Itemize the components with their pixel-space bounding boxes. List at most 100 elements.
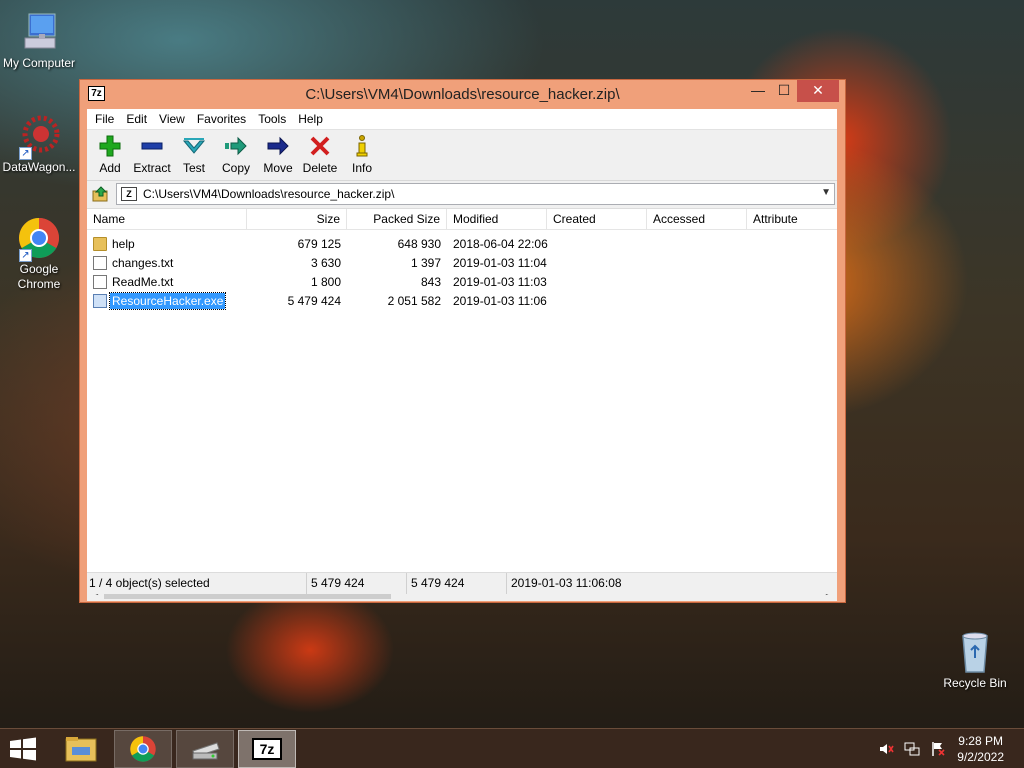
packed-size-cell: 648 930	[397, 236, 441, 251]
column-modified[interactable]: Modified	[447, 209, 547, 229]
desktop-icon-label: Google Chrome	[17, 262, 61, 291]
copy-button[interactable]: Copy	[215, 130, 257, 180]
system-clock[interactable]: 9:28 PM 9/2/2022	[957, 733, 1004, 765]
test-label: Test	[182, 161, 205, 175]
column-attributes[interactable]: Attribute	[747, 209, 837, 229]
taskbar-drive[interactable]	[176, 730, 234, 768]
minimize-button[interactable]: —	[745, 80, 771, 102]
add-button[interactable]: Add	[89, 130, 131, 180]
delete-label: Delete	[302, 161, 338, 175]
move-icon	[266, 135, 290, 157]
name-cell: changes.txt	[87, 255, 247, 271]
archive-window: 7z C:\Users\VM4\Downloads\resource_hacke…	[79, 79, 846, 603]
maximize-button[interactable]: ☐	[771, 80, 797, 102]
name-cell: ResourceHacker.exe	[87, 291, 247, 310]
info-icon	[350, 135, 374, 157]
status-bar: 1 / 4 object(s) selected 5 479 424 5 479…	[87, 572, 837, 594]
title-bar[interactable]: 7z C:\Users\VM4\Downloads\resource_hacke…	[80, 80, 845, 108]
action-center-flag-icon[interactable]	[930, 741, 946, 757]
size-cell: 5 479 424	[287, 293, 341, 308]
size-cell: 3 630	[310, 255, 341, 270]
table-row[interactable]: ReadMe.txt 1 800 843 2019-01-03 11:03	[87, 272, 837, 291]
file-rows: help 679 125 648 930 2018-06-04 22:06 ch…	[87, 230, 837, 310]
menu-bar: File Edit View Favorites Tools Help	[87, 109, 837, 130]
desktop-icon-my-computer[interactable]: My Computer	[0, 10, 78, 71]
file-name: ResourceHacker.exe	[108, 291, 227, 310]
name-cell: help	[87, 236, 247, 252]
system-tray	[878, 741, 946, 757]
taskbar: 7z 9:28 PM 9/2/2022	[0, 728, 1024, 768]
text-file-icon	[93, 255, 107, 270]
add-icon	[98, 135, 122, 157]
menu-favorites[interactable]: Favorites	[191, 110, 252, 129]
modified-cell: 2018-06-04 22:06	[453, 236, 548, 251]
test-button[interactable]: Test	[173, 130, 215, 180]
column-created[interactable]: Created	[547, 209, 647, 229]
menu-tools[interactable]: Tools	[252, 110, 292, 129]
network-icon[interactable]	[904, 741, 920, 757]
column-header: Name Size Packed Size Modified Created A…	[87, 209, 837, 230]
menu-help[interactable]: Help	[292, 110, 329, 129]
window-title: C:\Users\VM4\Downloads\resource_hacker.z…	[305, 86, 620, 103]
file-explorer-icon	[65, 737, 97, 762]
extract-button[interactable]: Extract	[131, 130, 173, 180]
zip-archive-icon: Z	[121, 186, 137, 201]
computer-icon	[17, 10, 61, 54]
file-name: ReadMe.txt	[112, 274, 174, 289]
packed-size-cell: 1 397	[410, 255, 441, 270]
extract-icon	[140, 135, 164, 157]
address-row: Z C:\Users\VM4\Downloads\resource_hacker…	[87, 181, 837, 206]
table-row[interactable]: changes.txt 3 630 1 397 2019-01-03 11:04	[87, 253, 837, 272]
info-label: Info	[351, 161, 372, 175]
7zip-icon: 7z	[252, 738, 282, 760]
taskbar-file-explorer[interactable]	[52, 730, 110, 768]
column-size[interactable]: Size	[247, 209, 347, 229]
extract-label: Extract	[133, 161, 171, 175]
packed-size-cell: 2 051 582	[387, 293, 441, 308]
taskbar-7zip[interactable]: 7z	[238, 730, 296, 768]
address-text: C:\Users\VM4\Downloads\resource_hacker.z…	[143, 186, 395, 201]
folder-up-icon	[92, 185, 108, 201]
desktop-icon-chrome[interactable]: ↗ Google Chrome	[0, 216, 78, 292]
move-label: Move	[263, 161, 293, 175]
desktop-icon-recycle-bin[interactable]: Recycle Bin	[936, 630, 1014, 691]
toolbar: Add Extract Test Copy Move Delete Info	[87, 130, 837, 181]
copy-label: Copy	[221, 161, 250, 175]
move-button[interactable]: Move	[257, 130, 299, 180]
delete-button[interactable]: Delete	[299, 130, 341, 180]
size-cell: 679 125	[297, 236, 341, 251]
column-name[interactable]: Name	[87, 209, 247, 229]
address-combobox[interactable]: Z C:\Users\VM4\Downloads\resource_hacker…	[116, 182, 835, 205]
status-modified: 2019-01-03 11:06:08	[511, 576, 622, 590]
file-list[interactable]: Name Size Packed Size Modified Created A…	[87, 208, 837, 601]
speaker-muted-icon[interactable]	[878, 741, 894, 757]
info-button[interactable]: Info	[341, 130, 383, 180]
shortcut-arrow-icon: ↗	[19, 249, 32, 262]
file-name: help	[112, 236, 135, 251]
modified-cell: 2019-01-03 11:03	[453, 274, 547, 289]
status-selection: 1 / 4 object(s) selected	[87, 573, 307, 594]
executable-icon	[93, 293, 107, 308]
table-row-selected[interactable]: ResourceHacker.exe 5 479 424 2 051 582 2…	[87, 291, 837, 310]
delete-icon	[308, 135, 332, 157]
menu-edit[interactable]: Edit	[120, 110, 153, 129]
datawagon-icon: ↗	[17, 114, 61, 160]
chevron-down-icon[interactable]: ▼	[821, 187, 831, 198]
close-button[interactable]: ✕	[797, 80, 839, 102]
desktop-icon-datawagon[interactable]: ↗ DataWagon...	[0, 114, 78, 175]
copy-icon	[224, 135, 248, 157]
column-accessed[interactable]: Accessed	[647, 209, 747, 229]
menu-view[interactable]: View	[153, 110, 191, 129]
size-cell: 1 800	[310, 274, 341, 289]
taskbar-chrome[interactable]	[114, 730, 172, 768]
modified-cell: 2019-01-03 11:06	[453, 293, 547, 308]
up-folder-button[interactable]	[89, 183, 113, 205]
add-label: Add	[99, 161, 121, 175]
table-row[interactable]: help 679 125 648 930 2018-06-04 22:06	[87, 234, 837, 253]
menu-file[interactable]: File	[89, 110, 120, 129]
start-button[interactable]	[8, 737, 38, 761]
column-packed-size[interactable]: Packed Size	[347, 209, 447, 229]
recycle-bin-icon	[953, 630, 997, 674]
drive-icon	[192, 742, 220, 760]
file-name: changes.txt	[112, 255, 174, 270]
